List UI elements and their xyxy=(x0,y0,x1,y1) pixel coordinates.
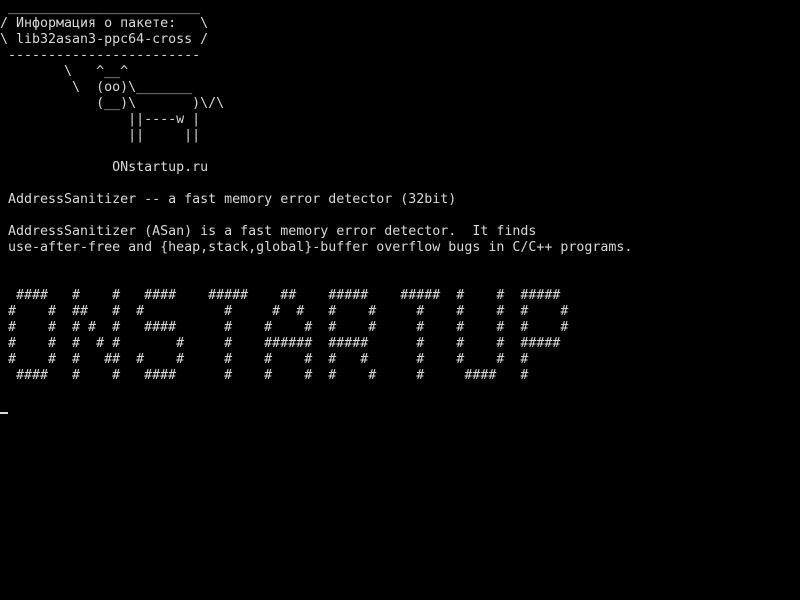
figlet-line: # # # ## # # # # # # # # # # # xyxy=(0,352,529,367)
figlet-line: # # # # # # # ###### ##### # # # ##### xyxy=(0,336,561,351)
package-description: AddressSanitizer (ASan) is a fast memory… xyxy=(0,224,632,256)
banner-line: \ (oo)\_______ xyxy=(0,80,193,95)
site-name: ONstartup.ru xyxy=(0,160,209,175)
figlet-line: #### # # #### # # # # # # #### # xyxy=(0,368,529,383)
banner-line: (__)\ )\/\ xyxy=(0,96,225,111)
text-cursor-icon xyxy=(0,412,8,414)
terminal-screen[interactable]: ________________________ / Информация о … xyxy=(0,0,800,600)
figlet-line: #### # # #### ##### ## ##### ##### # # #… xyxy=(0,288,561,303)
banner-line: ||----w | xyxy=(0,112,201,127)
banner-line: \ ^__^ xyxy=(0,64,129,79)
cowsay-banner: ________________________ / Информация о … xyxy=(0,0,224,144)
banner-line: \ lib32asan3-ppc64-cross / xyxy=(0,32,209,47)
figlet-line: # # # # # #### # # # # # # # # # # xyxy=(0,320,569,335)
description-line: use-after-free and {heap,stack,global}-b… xyxy=(0,240,633,255)
package-summary: AddressSanitizer -- a fast memory error … xyxy=(0,192,457,207)
banner-line: ------------------------ xyxy=(0,48,201,63)
banner-line: || || xyxy=(0,128,201,143)
banner-line: / Информация о пакете: \ xyxy=(0,16,209,31)
banner-line: ________________________ xyxy=(0,0,201,15)
description-line: AddressSanitizer (ASan) is a fast memory… xyxy=(0,224,537,239)
figlet-line: # # ## # # # # # # # # # # # # xyxy=(0,304,569,319)
figlet-banner: #### # # #### ##### ## ##### ##### # # #… xyxy=(0,288,568,384)
